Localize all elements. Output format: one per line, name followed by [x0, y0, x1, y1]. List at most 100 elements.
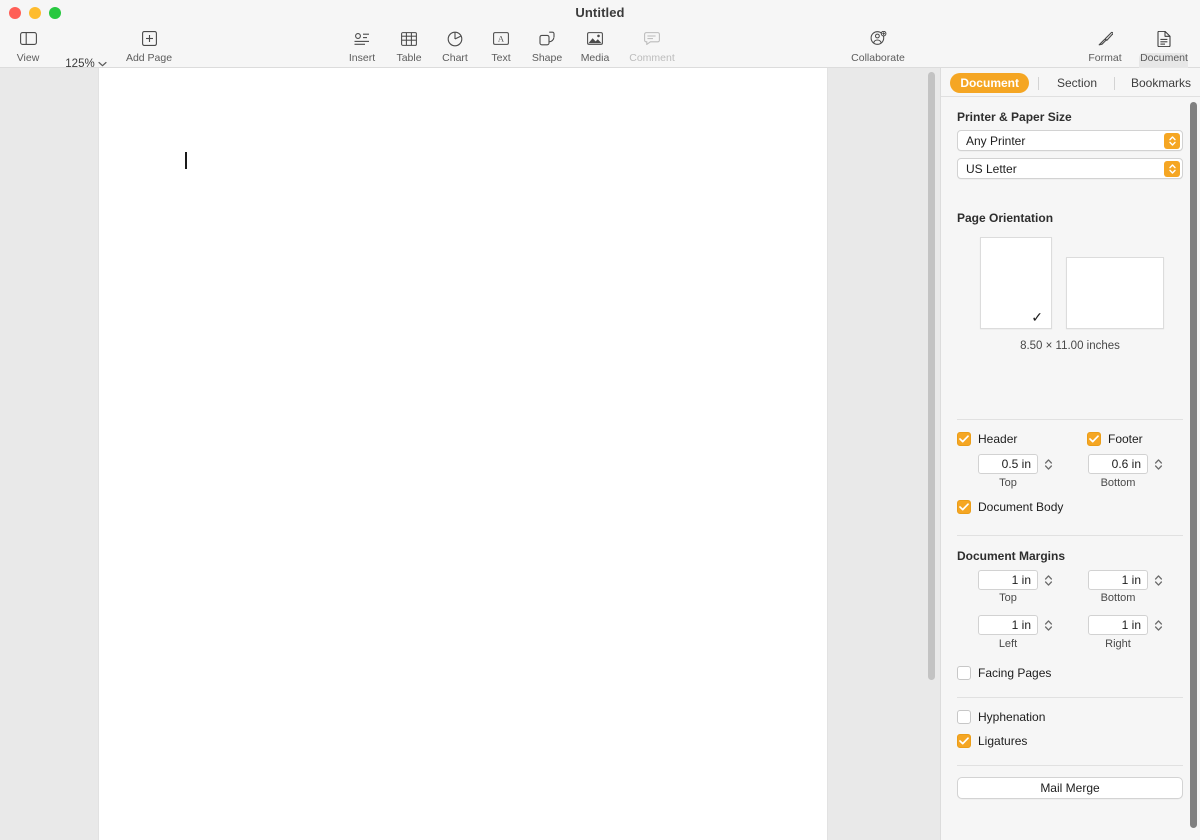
margin-left-label: Left	[970, 638, 1046, 650]
page-orientation-heading: Page Orientation	[957, 211, 1053, 225]
printer-popup-button[interactable]: Any Printer	[957, 130, 1183, 151]
facing-pages-label: Facing Pages	[978, 666, 1051, 680]
margin-bottom-field[interactable]: 1 in	[1088, 570, 1148, 590]
facing-pages-checkbox[interactable]	[957, 666, 971, 680]
toolbar-comment-label: Comment	[629, 52, 675, 64]
sidebar-icon	[20, 28, 37, 49]
margin-top-field[interactable]: 1 in	[978, 570, 1038, 590]
chart-pie-icon	[447, 28, 463, 49]
toolbar-insert-label: Insert	[349, 52, 375, 64]
ligatures-checkbox[interactable]	[957, 734, 971, 748]
footer-label: Footer	[1108, 432, 1143, 446]
toolbar-collaborate-button[interactable]: Collaborate	[850, 26, 906, 64]
facing-pages-checkbox-row[interactable]: Facing Pages	[957, 666, 1051, 680]
margin-right-label: Right	[1080, 638, 1156, 650]
paper-size-popup-button[interactable]: US Letter	[957, 158, 1183, 179]
hyphenation-label: Hyphenation	[978, 710, 1045, 724]
margin-bottom-stepper[interactable]	[1152, 570, 1164, 590]
mail-merge-button[interactable]: Mail Merge	[957, 777, 1183, 799]
toolbar-view-label: View	[17, 52, 40, 64]
toolbar-view-button[interactable]: View	[0, 26, 56, 64]
document-page-icon	[1157, 28, 1171, 49]
footer-bottom-label: Bottom	[1080, 477, 1156, 489]
printer-popup-chevrons-icon[interactable]	[1164, 133, 1180, 149]
orientation-landscape-option[interactable]	[1066, 257, 1164, 329]
window-title: Untitled	[0, 5, 1200, 20]
divider-orientation	[957, 419, 1183, 420]
margin-top-label: Top	[970, 592, 1046, 604]
table-icon	[401, 28, 417, 49]
margin-right-stepper[interactable]	[1152, 615, 1164, 635]
divider-typography	[957, 765, 1183, 766]
margin-right-field[interactable]: 1 in	[1088, 615, 1148, 635]
tab-document[interactable]: Document	[950, 73, 1029, 93]
text-cursor	[185, 152, 187, 169]
toolbar-table-label: Table	[396, 52, 421, 64]
tab-divider-2	[1114, 77, 1115, 90]
portrait-checkmark-icon: ✓	[1031, 310, 1043, 324]
header-top-field[interactable]: 0.5 in	[978, 454, 1038, 474]
main-toolbar: View 125% Zoom Add Page	[0, 26, 1200, 68]
inspector-vertical-scrollbar[interactable]	[1190, 102, 1197, 828]
paintbrush-icon	[1097, 28, 1113, 49]
divider-margins	[957, 697, 1183, 698]
toolbar-media-label: Media	[581, 52, 610, 64]
footer-checkbox[interactable]	[1087, 432, 1101, 446]
toolbar-media-button[interactable]: Media	[567, 26, 623, 64]
footer-bottom-stepper[interactable]	[1152, 454, 1164, 474]
orientation-portrait-option[interactable]: ✓	[980, 237, 1052, 329]
svg-text:A: A	[498, 34, 505, 44]
document-page[interactable]	[98, 68, 828, 840]
page-dimensions-label: 8.50 × 11.00 inches	[940, 340, 1200, 352]
insert-icon	[354, 28, 370, 49]
document-margins-heading: Document Margins	[957, 549, 1065, 563]
footer-bottom-field[interactable]: 0.6 in	[1088, 454, 1148, 474]
ligatures-label: Ligatures	[978, 734, 1027, 748]
title-bar: Untitled	[0, 0, 1200, 26]
document-canvas-area[interactable]: 0 words	[0, 68, 940, 840]
divider-header-footer	[957, 535, 1183, 536]
margin-left-field[interactable]: 1 in	[978, 615, 1038, 635]
paper-size-popup-value: US Letter	[966, 162, 1017, 176]
hyphenation-checkbox-row[interactable]: Hyphenation	[957, 710, 1045, 724]
margin-top-stepper[interactable]	[1042, 570, 1054, 590]
hyphenation-checkbox[interactable]	[957, 710, 971, 724]
toolbar-format-label: Format	[1088, 52, 1121, 64]
printer-popup-value: Any Printer	[966, 134, 1025, 148]
toolbar-document-label: Document	[1140, 52, 1188, 64]
tab-section[interactable]: Section	[1047, 73, 1107, 93]
toolbar-comment-button: Comment	[624, 26, 680, 64]
document-vertical-scrollbar[interactable]	[928, 72, 935, 680]
toolbar-format-button[interactable]: Format	[1077, 26, 1133, 64]
document-body-label: Document Body	[978, 500, 1063, 514]
header-checkbox-row[interactable]: Header	[957, 432, 1017, 446]
header-checkbox[interactable]	[957, 432, 971, 446]
toolbar-collaborate-label: Collaborate	[851, 52, 905, 64]
footer-checkbox-row[interactable]: Footer	[1087, 432, 1143, 446]
collaborate-icon	[870, 28, 887, 49]
toolbar-chart-label: Chart	[442, 52, 468, 64]
shape-icon	[539, 28, 555, 49]
tab-divider-1	[1038, 77, 1039, 90]
header-top-stepper[interactable]	[1042, 454, 1054, 474]
toolbar-document-button[interactable]: Document	[1136, 26, 1192, 64]
document-body-checkbox[interactable]	[957, 500, 971, 514]
toolbar-add-page-button[interactable]: Add Page	[121, 26, 177, 64]
text-box-icon: A	[493, 28, 509, 49]
margin-bottom-label: Bottom	[1080, 592, 1156, 604]
printer-paper-size-heading: Printer & Paper Size	[957, 110, 1072, 124]
keynote-pages-window: Untitled View 125% Zoom	[0, 0, 1200, 840]
document-body-checkbox-row[interactable]: Document Body	[957, 500, 1063, 514]
inspector-tab-bar: Document Section Bookmarks	[941, 70, 1200, 96]
toolbar-add-page-label: Add Page	[126, 52, 172, 64]
header-label: Header	[978, 432, 1017, 446]
plus-square-icon	[142, 28, 157, 49]
media-image-icon	[587, 28, 603, 49]
toolbar-text-label: Text	[491, 52, 510, 64]
comment-icon	[644, 28, 660, 49]
toolbar-shape-label: Shape	[532, 52, 562, 64]
margin-left-stepper[interactable]	[1042, 615, 1054, 635]
ligatures-checkbox-row[interactable]: Ligatures	[957, 734, 1027, 748]
tab-bookmarks[interactable]: Bookmarks	[1121, 73, 1200, 93]
paper-size-popup-chevrons-icon[interactable]	[1164, 161, 1180, 177]
